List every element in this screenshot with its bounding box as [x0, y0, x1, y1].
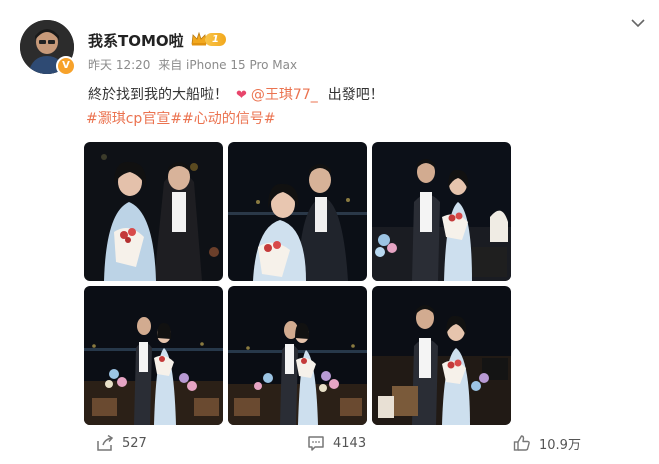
topic-link[interactable]: #灏琪cp官宣# [86, 111, 182, 127]
share-button[interactable]: 527 [96, 433, 147, 453]
photo-1[interactable] [84, 142, 223, 281]
vip-badge[interactable]: 1 [191, 31, 229, 47]
post-text: 終於找到我的大船啦！ ❤ @王琪77_ 出發吧！ [88, 84, 384, 104]
like-count: 10.9万 [539, 437, 581, 453]
like-icon [513, 435, 530, 451]
weibo-post-card: V 我系TOMO啦 1 昨天 12:20 来自 iPhone 15 Pro Ma… [0, 0, 659, 464]
photo-grid [84, 142, 511, 425]
mention-link[interactable]: @王琪77_ [251, 87, 318, 103]
photo-6[interactable] [372, 286, 511, 425]
avatar[interactable]: V [20, 20, 76, 76]
photo-3[interactable] [372, 142, 511, 281]
share-icon [97, 434, 114, 451]
photo-4[interactable] [84, 286, 223, 425]
post-text-tail: 出發吧！ [327, 87, 384, 103]
topic-list: #灏琪cp官宣##心动的信号# [86, 108, 276, 128]
post-source: 来自 iPhone 15 Pro Max [158, 58, 298, 72]
chevron-down-icon[interactable] [631, 18, 645, 28]
share-count: 527 [122, 435, 147, 451]
verified-badge: V [56, 56, 76, 76]
photo-2[interactable] [228, 142, 367, 281]
post-time[interactable]: 昨天 12:20 [88, 58, 150, 72]
comment-button[interactable]: 4143 [307, 433, 366, 453]
heart-icon: ❤ [236, 88, 247, 103]
comment-icon [308, 436, 324, 451]
comment-count: 4143 [333, 435, 367, 451]
post-meta: 昨天 12:20 来自 iPhone 15 Pro Max [88, 56, 301, 73]
username[interactable]: 我系TOMO啦 [88, 30, 184, 51]
action-bar: 527 4143 10.9万 [0, 425, 659, 464]
post-text-main: 終於找到我的大船啦！ [88, 87, 228, 103]
like-button[interactable]: 10.9万 [513, 433, 581, 453]
topic-link[interactable]: #心动的信号# [182, 111, 275, 127]
vip-level: 1 [205, 32, 226, 46]
photo-5[interactable] [228, 286, 367, 425]
